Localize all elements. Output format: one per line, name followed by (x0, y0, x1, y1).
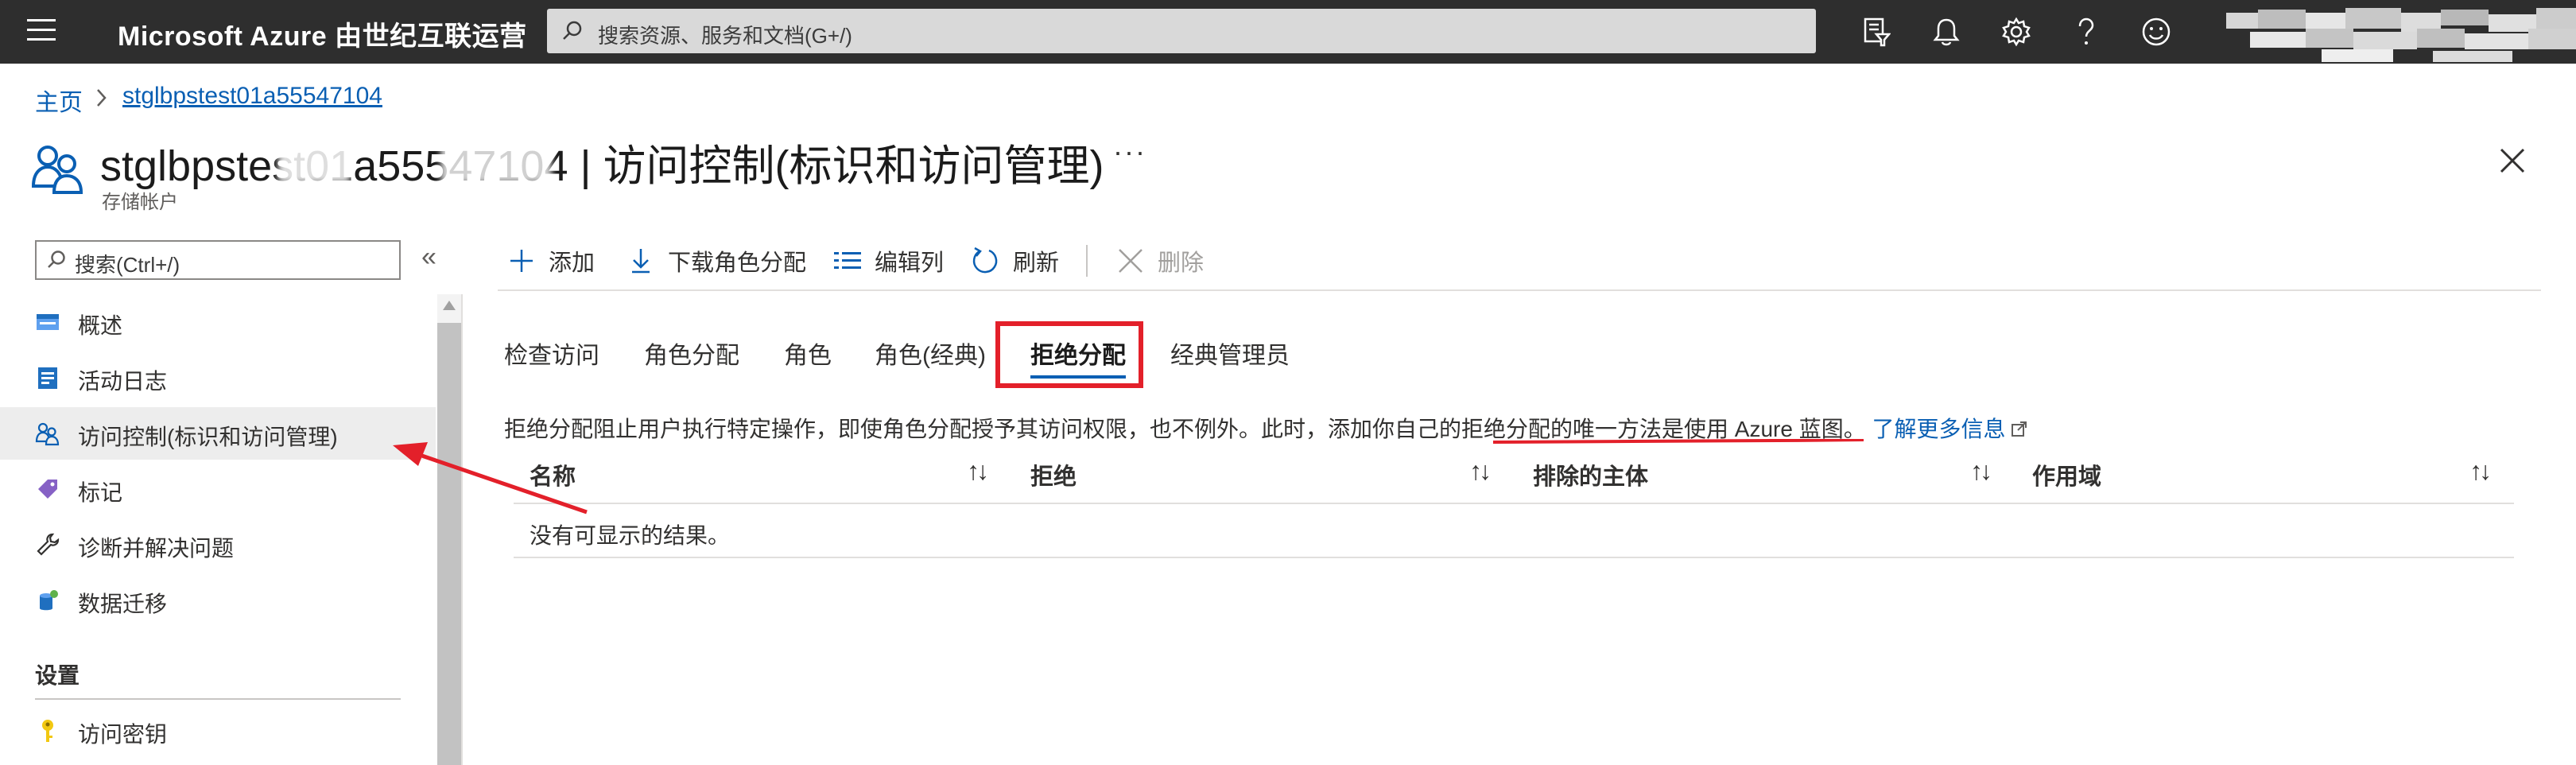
sidebar-item-access-control[interactable]: 访问控制(标识和访问管理) (0, 407, 436, 460)
tab-role-assignments[interactable]: 角色分配 (644, 336, 739, 371)
sidebar-item-access-keys[interactable]: 访问密钥 (0, 705, 436, 757)
tab-roles-classic[interactable]: 角色(经典) (875, 336, 986, 371)
sidebar-item-label: 访问密钥 (78, 722, 168, 747)
learn-more-link[interactable]: 了解更多信息 (1872, 417, 2028, 441)
annotation-underline (1492, 439, 1864, 444)
more-actions-button[interactable]: ··· (1113, 135, 1146, 169)
sidebar-item-overview[interactable]: 概述 (0, 296, 436, 348)
sidebar-scrollbar[interactable] (437, 294, 461, 765)
close-icon[interactable] (2492, 140, 2533, 181)
sidebar-item-activity-log[interactable]: 活动日志 (0, 351, 436, 404)
sidebar-item-label: 诊断并解决问题 (78, 536, 235, 561)
tab-roles[interactable]: 角色 (784, 336, 832, 371)
sort-arrows-icon[interactable]: ↑↓ (2469, 456, 2492, 486)
help-question-icon[interactable] (2069, 14, 2104, 49)
search-icon (563, 21, 582, 40)
global-search-input[interactable]: 搜索资源、服务和文档(G+/) (547, 9, 1816, 53)
delete-label: 删除 (1158, 250, 1205, 276)
notifications-bell-icon[interactable] (1929, 14, 1964, 49)
scrollbar-thumb[interactable] (437, 323, 461, 765)
sort-arrows-icon[interactable]: ↑↓ (967, 456, 989, 486)
column-header-deny[interactable]: 拒绝 (1030, 458, 1077, 491)
column-header-excluded-principals[interactable]: 排除的主体 (1533, 458, 1648, 491)
refresh-button[interactable]: 刷新 (970, 243, 1059, 278)
sort-arrows-icon[interactable]: ↑↓ (1970, 456, 1992, 486)
portal-brand[interactable]: Microsoft Azure 由世纪互联运营 (118, 14, 527, 53)
external-link-icon (2011, 421, 2027, 437)
cloud-shell-filter-icon[interactable] (1859, 14, 1894, 49)
global-search-placeholder: 搜索资源、服务和文档(G+/) (598, 24, 852, 48)
download-label: 下载角色分配 (668, 250, 807, 276)
redaction-overlay (440, 137, 552, 183)
tab-check-access[interactable]: 检查访问 (504, 336, 599, 371)
delete-x-icon (1119, 249, 1143, 273)
access-control-users-icon (35, 422, 60, 446)
menu-search-input[interactable]: 搜索(Ctrl+/) (35, 240, 401, 280)
refresh-label: 刷新 (1013, 250, 1060, 276)
top-bar: Microsoft Azure 由世纪互联运营 搜索资源、服务和文档(G+/) (0, 0, 2576, 64)
scroll-up-arrow-icon[interactable] (443, 301, 456, 310)
chevron-right-icon (97, 89, 107, 107)
redaction-overlay (278, 137, 350, 183)
collapse-menu-button[interactable]: « (421, 242, 436, 273)
command-separator (1086, 245, 1088, 277)
settings-gear-icon[interactable] (1999, 14, 2034, 49)
breadcrumb-home-link[interactable]: 主页 (35, 83, 83, 118)
menu-icon[interactable] (27, 19, 56, 43)
tab-classic-administrators[interactable]: 经典管理员 (1170, 336, 1290, 371)
menu-search-placeholder: 搜索(Ctrl+/) (75, 253, 180, 277)
grid-header-divider (514, 503, 2514, 504)
page-title: stglbpstest01a55547104 | 访问控制(标识和访问管理) (100, 142, 1104, 190)
sidebar-item-label: 标记 (78, 480, 123, 505)
command-bar-divider (498, 289, 2541, 291)
feedback-smiley-icon[interactable] (2139, 14, 2174, 49)
edit-columns-icon (834, 252, 861, 269)
key-icon (42, 720, 53, 742)
access-control-users-icon (31, 146, 83, 194)
annotation-highlight-box (995, 321, 1143, 388)
sidebar-item-label: 数据迁移 (78, 592, 168, 616)
annotation-arrow (393, 442, 588, 515)
breadcrumb-resource-link[interactable]: stglbpstest01a55547104 (122, 83, 382, 110)
sidebar-item-diagnose[interactable]: 诊断并解决问题 (0, 518, 436, 571)
refresh-icon (972, 247, 998, 274)
sidebar-item-label: 活动日志 (78, 369, 168, 394)
sidebar-section-divider (35, 698, 401, 700)
add-label: 添加 (549, 250, 596, 276)
sort-arrows-icon[interactable]: ↑↓ (1469, 456, 1492, 486)
account-avatar-pixelated[interactable] (2226, 5, 2576, 62)
activity-log-icon (38, 367, 57, 389)
grid-row-divider (514, 557, 2514, 558)
tag-icon (38, 480, 57, 499)
download-role-assignments-button[interactable]: 下载角色分配 (625, 243, 806, 278)
delete-button[interactable]: 删除 (1115, 243, 1204, 278)
page-subtitle: 存储帐户 (102, 192, 178, 213)
sidebar-item-label: 概述 (78, 313, 123, 338)
edit-columns-button[interactable]: 编辑列 (832, 243, 944, 278)
sidebar-item-tags[interactable]: 标记 (0, 463, 436, 515)
sidebar-item-data-migration[interactable]: 数据迁移 (0, 574, 436, 627)
grid-header-row: 名称 ↑↓ 拒绝 ↑↓ 排除的主体 ↑↓ 作用域 ↑↓ (514, 456, 2514, 504)
description-text: 拒绝分配阻止用户执行特定操作，即使角色分配授予其访问权限，也不例外。此时，添加你… (504, 417, 1866, 441)
search-icon (48, 250, 65, 268)
edit-columns-label: 编辑列 (875, 250, 945, 276)
sidebar-section-settings: 设置 (35, 663, 80, 688)
download-icon (632, 249, 650, 274)
overview-icon (37, 314, 59, 330)
wrench-icon (37, 533, 60, 556)
plus-icon (510, 250, 533, 272)
add-button[interactable]: 添加 (506, 243, 595, 278)
column-header-scope[interactable]: 作用域 (2032, 458, 2101, 491)
sidebar-item-label: 访问控制(标识和访问管理) (78, 425, 338, 449)
data-migration-icon (40, 590, 58, 611)
pane-divider (461, 294, 463, 765)
